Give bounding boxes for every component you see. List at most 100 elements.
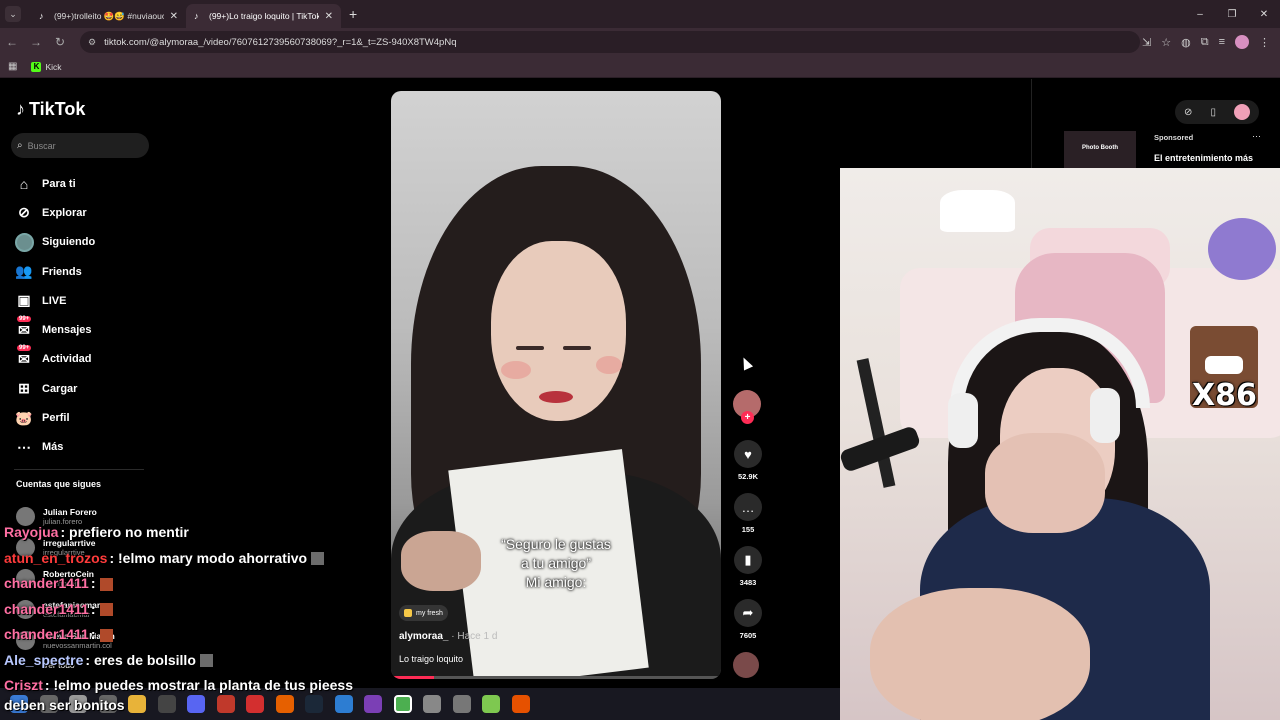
follow-plus-icon[interactable]: + [741,411,754,424]
chat-text: : eres de bolsillo [85,651,196,668]
minimize-button[interactable]: – [1184,0,1216,28]
sidebar-nav: ⌂ Para ti ⊘ Explorar Siguiendo 👥 Friends… [14,169,95,462]
chat-message: chander1411: [4,597,404,623]
forward-icon[interactable]: → [24,35,48,49]
video-frame-eye [516,346,544,350]
close-tab-icon[interactable]: ✕ [170,11,178,22]
browser-toolbar: ← → ↻ ⚙ tiktok.com/@alymoraa_/video/7607… [0,28,1280,56]
caption-line: “Seguro le gustas [501,536,611,552]
screen: ⌄ ♪ (99+)trolleito 🤩😅 #nuviaouo ✕ ♪ (99+… [0,0,1280,720]
video-actions: + ♥ 52.9K … 155 ▮ 3483 ➦ 7605 [733,390,763,678]
cam-plush [1208,218,1276,280]
author-name: alymoraa_ [399,631,449,642]
phone-icon[interactable]: ▯ [1210,107,1216,118]
chat-user: chander1411 [4,575,89,591]
chat-message: chander1411: [4,571,404,597]
share-count: 7605 [739,631,757,640]
comment-button[interactable]: … 155 [733,493,763,534]
chat-emote-icon [99,577,113,591]
like-button[interactable]: ♥ 52.9K [733,440,763,481]
more-options-icon[interactable]: ⋯ [1252,131,1261,142]
chat-message: Ale_spectre: eres de bolsillo [4,648,404,674]
music-tag[interactable]: my fresh [399,605,448,621]
close-window-button[interactable]: ✕ [1248,0,1280,28]
app-icon[interactable] [482,695,500,713]
nav-item-siguiendo[interactable]: Siguiendo [14,228,95,257]
media-icon[interactable]: ≡ [1219,36,1225,48]
search-input[interactable]: ⌕ Buscar [11,133,149,158]
nav-label: Más [42,441,64,454]
nav-label: Cargar [42,382,78,395]
nav-item-mas[interactable]: ⋯ Más [14,433,95,462]
cam-microphone [840,358,935,498]
video-author[interactable]: alymoraa_ · Hace 1 d [399,631,497,642]
browser-tab-bar: ⌄ ♪ (99+)trolleito 🤩😅 #nuviaouo ✕ ♪ (99+… [0,0,1280,28]
cam-knees [870,588,1090,720]
browser-tab-active[interactable]: ♪ (99+)Lo traigo loquito | TikTok ✕ [186,4,341,28]
caption-line: a tu amigo” [520,555,592,571]
url-text: tiktok.com/@alymoraa_/video/760761273956… [104,36,457,48]
nav-item-explorar[interactable]: ⊘ Explorar [14,198,95,227]
bookmark-kick[interactable]: K Kick [31,61,62,72]
compass-icon[interactable]: ⊘ [1184,107,1192,118]
tiktok-favicon-icon: ♪ [39,10,44,21]
chat-text: : !elmo mary modo ahorrativo [109,549,308,566]
menu-icon[interactable]: ⋮ [1259,36,1270,49]
video-description: Lo traigo loquito [399,654,464,664]
nav-label: Actividad [42,353,92,366]
browser-tab[interactable]: ♪ (99+)trolleito 🤩😅 #nuviaouo ✕ [31,4,186,28]
puzzle-icon[interactable]: ⧉ [1201,36,1209,49]
install-icon[interactable]: ⇲ [1142,36,1151,49]
nav-item-actividad[interactable]: ✉ 99+ Actividad [14,345,95,374]
address-bar[interactable]: ⚙ tiktok.com/@alymoraa_/video/7607612739… [80,31,1140,53]
creator-avatar[interactable]: + [733,390,761,424]
notification-badge: 99+ [17,345,32,352]
nav-item-friends[interactable]: 👥 Friends [14,257,95,286]
video-player[interactable]: “Seguro le gustas a tu amigo” Mi amigo: … [391,91,721,679]
comment-icon: … [734,493,762,521]
following-name: Julian Forero [43,506,97,517]
app-icon[interactable] [511,695,530,713]
bookmark-label: Kick [45,61,62,72]
close-tab-icon[interactable]: ✕ [325,11,333,22]
chat-emote-icon [199,654,213,668]
apps-grid-icon[interactable]: ▦ [8,61,17,72]
app-icon[interactable] [423,695,441,713]
caption-line: Mi amigo: [525,574,587,590]
chat-message: Rayojua: prefiero no mentir [4,520,404,546]
share-icon: ➦ [734,599,762,627]
comment-count: 155 [741,525,755,534]
chat-user: atun_en_trozos [4,549,108,566]
new-tab-button[interactable]: + [349,6,357,22]
bookmark-star-icon[interactable]: ☆ [1161,36,1171,49]
reload-icon[interactable]: ↻ [48,35,72,49]
video-frame-cheek [596,356,622,374]
nav-item-cargar[interactable]: ⊞ Cargar [14,374,95,403]
share-button[interactable]: ➦ 7605 [733,599,763,640]
site-info-icon[interactable]: ⚙ [88,37,96,48]
heart-icon: ♥ [734,440,762,468]
nav-item-mensajes[interactable]: ✉ 99+ Mensajes [14,315,95,344]
profile-avatar[interactable] [1233,104,1250,120]
toolbar-actions: ⇲ ☆ ◍ ⧉ ≡ ⋮ [1142,28,1270,56]
nav-item-perfil[interactable]: 🐷 Perfil [14,403,95,432]
tiktok-logo[interactable]: ♪ TikTok [16,99,85,120]
nav-item-live[interactable]: ▣ LIVE [14,286,95,315]
ad-thumbnail: Photo Booth [1064,131,1136,171]
profile-avatar[interactable] [1235,35,1249,49]
back-icon[interactable]: ← [0,35,24,49]
home-icon: ⌂ [19,175,29,192]
sound-avatar[interactable] [733,652,759,678]
tab-title: (99+)Lo traigo loquito | TikTok [209,11,319,21]
tiktok-favicon-icon: ♪ [194,10,199,21]
chat-text: : [90,600,96,617]
tab-search-icon[interactable]: ⌄ [5,6,21,22]
restore-button[interactable]: ❐ [1216,0,1248,28]
nav-item-para-ti[interactable]: ⌂ Para ti [14,169,95,198]
kick-icon: K [31,61,42,72]
video-progress-bar[interactable] [391,676,721,679]
extension-icon[interactable]: ◍ [1181,36,1191,49]
save-button[interactable]: ▮ 3483 [733,546,763,587]
sponsored-ad[interactable]: Photo Booth Sponsored ⋯ El entretenimien… [1050,131,1280,171]
settings-icon[interactable] [452,695,471,713]
